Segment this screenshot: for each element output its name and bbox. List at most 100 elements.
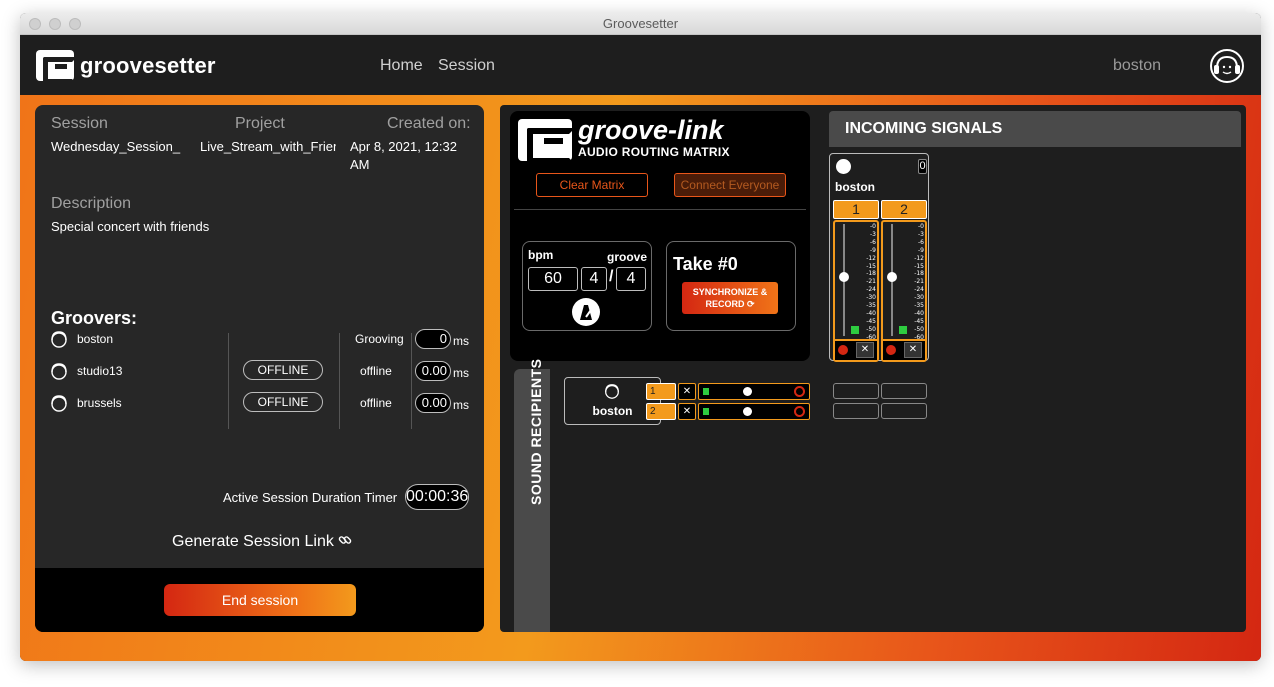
session-footer: End session: [35, 568, 484, 632]
zoom-window-button[interactable]: [69, 18, 81, 30]
scale-tick: -3: [870, 230, 876, 238]
scale-tick: -0: [918, 223, 924, 230]
groove-link-subtitle: AUDIO ROUTING MATRIX: [578, 145, 730, 159]
user-avatar-icon[interactable]: [1209, 48, 1245, 84]
level-meter: [899, 326, 907, 334]
groover-name: studio13: [77, 364, 123, 378]
tempo-box: bpm groove 60 4 / 4: [522, 241, 652, 331]
bpm-input[interactable]: 60: [528, 267, 578, 291]
minimize-window-button[interactable]: [49, 18, 61, 30]
project-label: Project: [235, 115, 285, 132]
channel-2-label[interactable]: 2: [881, 200, 927, 219]
latency-field[interactable]: 0.00: [415, 361, 451, 381]
channel-2-fader[interactable]: [887, 272, 897, 282]
description-label: Description: [51, 195, 132, 212]
scale-tick: -35: [914, 302, 924, 310]
latency-field[interactable]: 0.00: [415, 393, 451, 413]
scale-tick: -50: [866, 325, 876, 333]
headphone-user-icon: [51, 331, 67, 348]
time-sig-top-input[interactable]: 4: [581, 267, 607, 291]
empty-route-slot[interactable]: [881, 403, 927, 419]
slider-thumb[interactable]: [743, 407, 752, 416]
groovesetter-logo-icon[interactable]: [36, 50, 77, 84]
scale-tick: -45: [866, 317, 876, 325]
scale-tick: -6: [918, 238, 924, 246]
scale-tick: -0: [870, 223, 876, 230]
description-text: Special concert with friends: [51, 219, 210, 234]
slider-thumb[interactable]: [743, 387, 752, 396]
scale-tick: -45: [914, 317, 924, 325]
meter-scale: -0 -3 -6 -9 -12 -15 -18 -21 -24 -30 -35 -40 -45 -50 -6…: [866, 223, 876, 342]
record-icon[interactable]: [838, 345, 848, 355]
scale-tick: -12: [866, 254, 876, 262]
groover-state: offline: [360, 364, 392, 378]
scale-tick: -30: [914, 294, 924, 302]
time-sig-bottom-input[interactable]: 4: [616, 267, 646, 291]
connect-everyone-button[interactable]: Connect Everyone: [674, 173, 786, 197]
groover-row: boston Grooving 0 ms: [49, 328, 469, 352]
incoming-signals-header: INCOMING SIGNALS: [829, 111, 1241, 147]
synchronize-record-button[interactable]: SYNCHRONIZE & RECORD ⟳: [682, 282, 778, 314]
end-session-button[interactable]: End session: [164, 584, 356, 616]
created-time: AM: [350, 157, 370, 172]
scale-tick: -21: [914, 278, 924, 286]
channel-1-label[interactable]: 1: [833, 200, 879, 219]
channel-1-fader[interactable]: [839, 272, 849, 282]
take-number: Take #0: [673, 254, 738, 274]
groover-row: studio13 OFFLINE offline 0.00 ms: [49, 360, 469, 384]
channel-controls: ✕: [835, 339, 877, 360]
generate-session-link[interactable]: Generate Session Link: [172, 533, 352, 551]
headphone-user-icon: [605, 384, 619, 399]
bpm-label: bpm: [528, 248, 554, 262]
app-window: Groovesetter groovesetter Home Session b…: [20, 13, 1261, 661]
clear-matrix-button[interactable]: Clear Matrix: [536, 173, 648, 197]
brand-name[interactable]: groovesetter: [80, 53, 216, 79]
close-window-button[interactable]: [29, 18, 41, 30]
empty-route-slot[interactable]: [881, 383, 927, 399]
headphone-user-icon: [51, 363, 67, 380]
record-icon[interactable]: [886, 345, 896, 355]
latency-field[interactable]: 0: [415, 329, 451, 349]
routing-panel: groove-link AUDIO ROUTING MATRIX Clear M…: [500, 105, 1246, 632]
timer-label: Active Session Duration Timer: [223, 490, 398, 505]
session-panel: Session Project Created on: Wednesday_Se…: [35, 105, 484, 632]
level-meter: [851, 326, 859, 334]
mute-icon[interactable]: ✕: [678, 403, 696, 420]
route-channel-number[interactable]: 1: [646, 383, 676, 400]
mute-icon[interactable]: ✕: [856, 342, 874, 358]
nav-home[interactable]: Home: [380, 57, 423, 75]
offline-button[interactable]: OFFLINE: [243, 360, 323, 380]
route-volume-slider[interactable]: [698, 403, 810, 420]
source-status-dot-icon: [836, 159, 851, 174]
empty-route-slot[interactable]: [833, 403, 879, 419]
scale-tick: -15: [866, 262, 876, 270]
refresh-icon: ⟳: [746, 299, 755, 309]
source-name: boston: [835, 180, 875, 194]
metronome-icon[interactable]: [571, 297, 601, 327]
link-icon: [339, 536, 352, 544]
empty-route-slot[interactable]: [833, 383, 879, 399]
recipient-route-row: 2 ✕: [646, 403, 810, 420]
offline-button[interactable]: OFFLINE: [243, 392, 323, 412]
scale-tick: -9: [918, 246, 924, 254]
groove-link-title: groove-link: [578, 115, 724, 145]
channel-2-strip: -0 -3 -6 -9 -12 -15 -18 -21 -24 -30 -35 -40 -45 -50 -6…: [881, 220, 927, 362]
mute-icon[interactable]: ✕: [678, 383, 696, 400]
session-name: Wednesday_Session_: [51, 139, 181, 154]
power-icon[interactable]: [794, 406, 805, 417]
route-channel-number[interactable]: 2: [646, 403, 676, 420]
divider: [514, 209, 806, 210]
created-label: Created on:: [387, 115, 471, 132]
nav-session[interactable]: Session: [438, 57, 495, 75]
scale-tick: -30: [866, 294, 876, 302]
top-nav: groovesetter Home Session boston: [20, 35, 1261, 95]
scale-tick: -15: [914, 262, 924, 270]
route-volume-slider[interactable]: [698, 383, 810, 400]
current-user-name[interactable]: boston: [1113, 57, 1161, 75]
main-stage: Session Project Created on: Wednesday_Se…: [20, 95, 1261, 661]
power-icon[interactable]: [794, 386, 805, 397]
session-timer: 00:00:36: [405, 484, 469, 510]
created-date: Apr 8, 2021, 12:32: [350, 139, 457, 154]
groovers-title: Groovers:: [51, 308, 138, 328]
mute-icon[interactable]: ✕: [904, 342, 922, 358]
